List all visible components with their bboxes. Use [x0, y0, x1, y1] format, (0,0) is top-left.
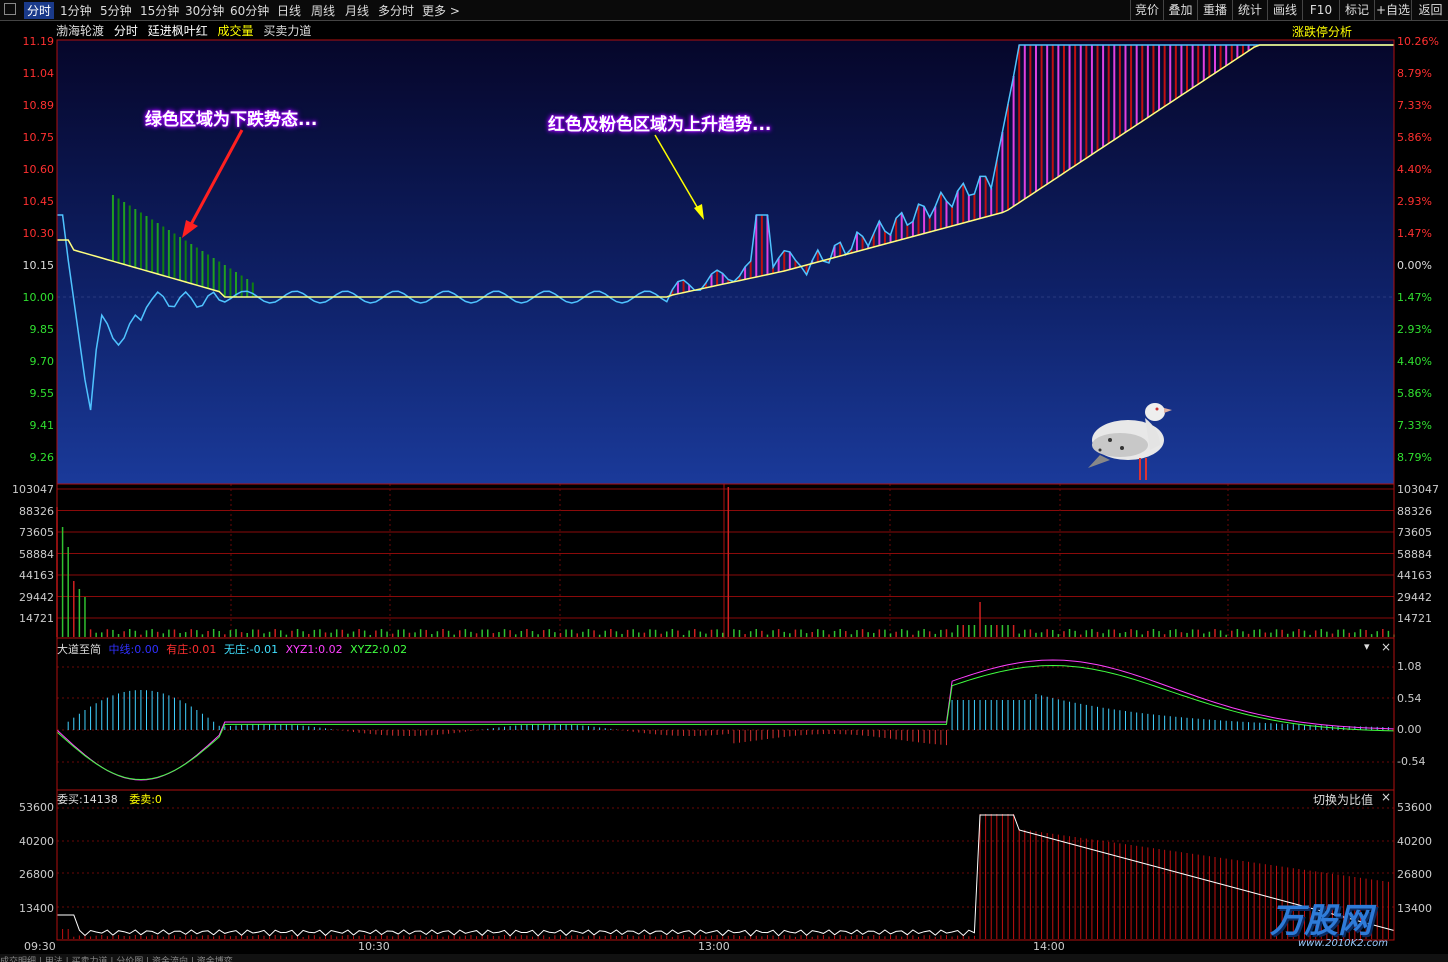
- order-tick-left: 40200: [19, 834, 54, 848]
- zhuang-value: 0.01: [191, 643, 217, 656]
- volume-tick-left: 29442: [19, 590, 54, 604]
- time-label: 14:00: [1033, 940, 1065, 953]
- price-tick-right: 7.33%: [1397, 419, 1432, 432]
- price-tick-left: 9.41: [29, 419, 55, 432]
- price-tick-left: 9.55: [29, 387, 55, 400]
- switch-ratio-button[interactable]: 切换为比值: [1313, 791, 1373, 808]
- buy-label: 委买:14138: [57, 793, 118, 806]
- price-tick-right: 0.00%: [1397, 259, 1432, 272]
- price-tick-right: 2.93%: [1397, 195, 1432, 208]
- price-tick-left: 10.15: [22, 259, 55, 272]
- price-tick-right: 10.26%: [1397, 35, 1439, 48]
- limit-analysis-link[interactable]: 涨跌停分析: [1292, 23, 1352, 40]
- price-tick-left: 9.26: [29, 451, 55, 464]
- xyz2-value: 0.02: [382, 643, 408, 656]
- order-tick-right: 13400: [1397, 901, 1432, 915]
- price-tick-right: 8.79%: [1397, 67, 1432, 80]
- wuzhuang-label: 无庄:: [223, 643, 250, 656]
- xyz1-value: 0.02: [318, 643, 343, 656]
- indicator-panel: [56, 659, 1395, 781]
- price-tick-left: 9.70: [29, 355, 55, 368]
- price-tick-right: 5.86%: [1397, 387, 1432, 400]
- dropdown-icon[interactable]: ▾: [1364, 640, 1370, 653]
- price-tick-right: 1.47%: [1397, 291, 1432, 304]
- indicator3-label[interactable]: 买卖力道: [263, 24, 311, 38]
- mid-value: 0.00: [134, 643, 159, 656]
- price-tick-left: 11.19: [22, 35, 55, 48]
- price-tick-right: 8.79%: [1397, 451, 1432, 464]
- green-area-annotation: 绿色区域为下跌势态...: [145, 110, 318, 130]
- bottom-tab-bar[interactable]: 成交明细 | 用法 | 买卖力道 | 分价图 | 资金流向 | 资金博弈: [0, 954, 1448, 962]
- panel-border: [56, 637, 1395, 791]
- price-tick-left: 10.45: [22, 195, 55, 208]
- order-line: [57, 814, 1395, 937]
- watermark-logo: 万股网: [1270, 901, 1372, 941]
- indicator2-label[interactable]: 成交量: [218, 24, 254, 38]
- indicator-legend: 大道至简 中线:0.00 有庄:0.01 无庄:-0.01 XYZ1:0.02 …: [57, 641, 407, 657]
- price-tick-right: 2.93%: [1397, 323, 1432, 336]
- volume-tick-right: 14721: [1397, 612, 1432, 625]
- price-tick-right: 5.86%: [1397, 131, 1432, 144]
- volume-tick-left: 44163: [19, 569, 54, 582]
- order-legend: 委买:14138 委卖:0: [57, 791, 162, 807]
- chart-canvas[interactable]: [0, 0, 1448, 962]
- order-tick-left: 53600: [19, 801, 54, 814]
- watermark-url: www.2010K2.com: [1298, 938, 1388, 949]
- volume-tick-right: 103047: [1397, 483, 1439, 496]
- volume-tick-left: 88326: [19, 504, 54, 518]
- price-tick-left: 10.89: [22, 99, 55, 112]
- indicator1-label[interactable]: 廷进枫叶红: [148, 24, 208, 38]
- price-tick-right: 7.33%: [1397, 99, 1432, 112]
- order-tick-right: 40200: [1397, 834, 1432, 848]
- price-tick-right: 1.47%: [1397, 227, 1432, 240]
- time-label: 09:30: [24, 940, 56, 953]
- indicator-tick: -0.54: [1397, 754, 1426, 768]
- close-icon[interactable]: ×: [1381, 790, 1391, 804]
- mid-label: 中线:: [108, 643, 135, 656]
- order-tick-right: 26800: [1397, 868, 1432, 881]
- order-tick-left: 26800: [19, 868, 54, 881]
- price-tick-right: 4.40%: [1397, 163, 1432, 176]
- xyz2-label: XYZ2:: [350, 643, 383, 656]
- price-tick-left: 11.04: [22, 67, 55, 80]
- chart-title-row: 渤海轮渡 分时 廷进枫叶红 成交量 买卖力道: [56, 22, 317, 40]
- indicator-name: 大道至简: [57, 643, 101, 656]
- time-label: 10:30: [358, 940, 390, 953]
- volume-panel: [56, 484, 1395, 638]
- xyz1-label: XYZ1:: [285, 643, 319, 656]
- panel-border: [56, 789, 1395, 941]
- price-tick-right: 4.40%: [1397, 355, 1432, 368]
- volume-tick-left: 73605: [19, 526, 54, 539]
- red-area-annotation: 红色及粉色区域为上升趋势...: [548, 115, 772, 135]
- zhuang-label: 有庄:: [166, 643, 192, 656]
- price-tick-left: 9.85: [29, 323, 55, 336]
- volume-tick-right: 58884: [1397, 547, 1432, 561]
- volume-tick-right: 44163: [1397, 569, 1432, 582]
- sell-label: 委卖:0: [129, 793, 162, 806]
- stock-name: 渤海轮渡: [56, 24, 105, 38]
- indicator-tick: 0.54: [1397, 691, 1422, 705]
- volume-tick-right: 73605: [1397, 526, 1432, 539]
- order-panel: [56, 807, 1395, 939]
- price-tick-left: 10.60: [22, 163, 55, 176]
- volume-tick-left: 58884: [19, 547, 54, 561]
- order-tick-left: 13400: [19, 901, 54, 915]
- mode-label: 分时: [113, 24, 138, 38]
- price-tick-left: 10.75: [22, 131, 55, 144]
- close-icon[interactable]: ×: [1381, 640, 1391, 654]
- order-tick-right: 53600: [1397, 801, 1432, 814]
- price-tick-left: 10.00: [22, 291, 55, 304]
- wuzhuang-value: -0.01: [249, 643, 279, 656]
- time-label: 13:00: [698, 940, 730, 953]
- price-tick-left: 10.30: [22, 227, 55, 240]
- indicator-tick: 0.00: [1397, 723, 1422, 736]
- volume-tick-right: 88326: [1397, 504, 1432, 518]
- volume-tick-left: 103047: [12, 483, 54, 496]
- panel-border: [56, 483, 1395, 639]
- indicator-tick: 1.08: [1397, 660, 1422, 673]
- volume-tick-right: 29442: [1397, 590, 1432, 604]
- volume-tick-left: 14721: [19, 612, 54, 625]
